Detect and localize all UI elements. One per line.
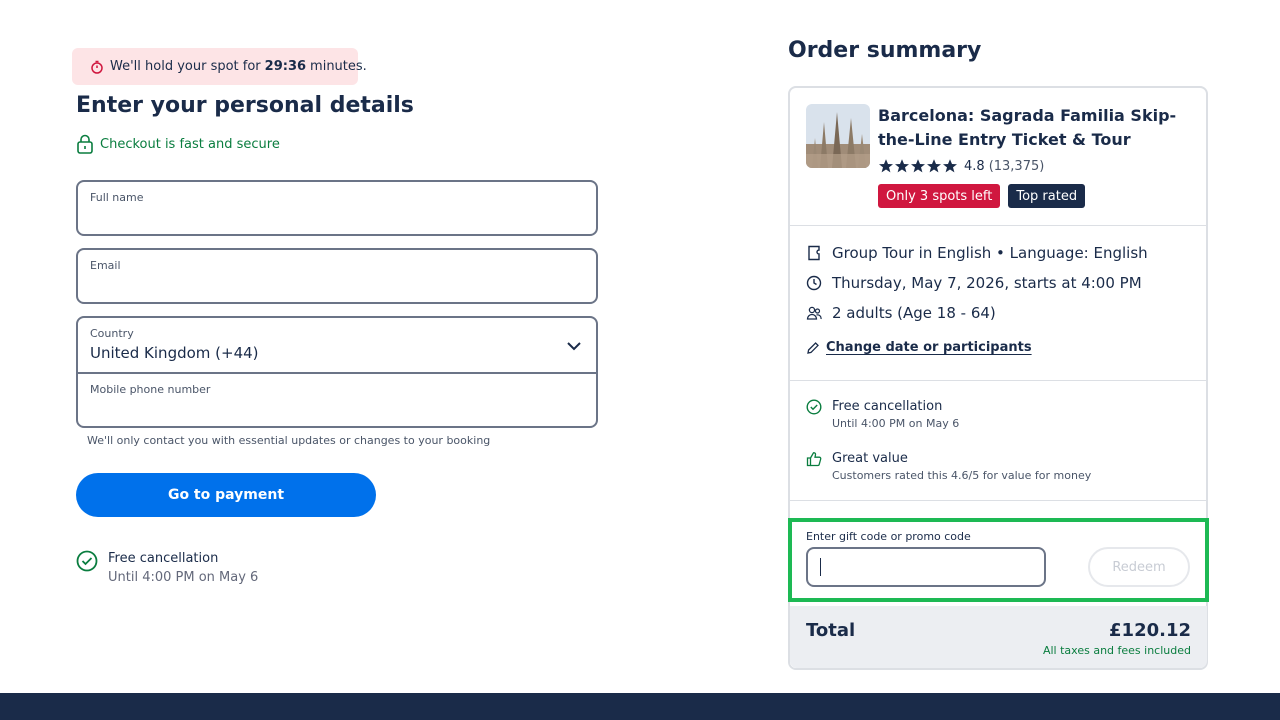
- thumbs-up-icon: [806, 451, 822, 467]
- divider: [790, 225, 1206, 226]
- rating-score: 4.8: [964, 158, 985, 174]
- pencil-icon: [806, 341, 820, 355]
- participants-detail: 2 adults (Age 18 - 64): [806, 302, 996, 324]
- chevron-down-icon[interactable]: [566, 338, 582, 352]
- order-summary-title: Order summary: [788, 38, 982, 63]
- free-cancellation-note: Free cancellation Until 4:00 PM on May 6: [76, 550, 258, 588]
- contact-helper-text: We'll only contact you with essential up…: [87, 434, 491, 447]
- country-select[interactable]: Country United Kingdom (+44): [76, 316, 598, 374]
- review-count: (13,375): [988, 158, 1045, 174]
- timer-prefix: We'll hold your spot for: [110, 59, 261, 74]
- tour-date-detail: Thursday, May 7, 2026, starts at 4:00 PM: [806, 272, 1142, 294]
- free-cancellation-title: Free cancellation: [108, 551, 219, 566]
- country-label: Country: [90, 327, 134, 340]
- product-badges: Only 3 spots left Top rated: [878, 184, 1093, 208]
- total-section: Total £120.12 All taxes and fees include…: [790, 606, 1207, 668]
- promo-code-input[interactable]: [806, 547, 1046, 587]
- free-cancellation-detail: Until 4:00 PM on May 6: [108, 570, 259, 585]
- footer-band: [0, 693, 1280, 720]
- change-date-link[interactable]: Change date or participants: [806, 340, 1032, 355]
- tour-option-text: Group Tour in English • Language: Englis…: [832, 244, 1148, 262]
- product-title[interactable]: Barcelona: Sagrada Familia Skip-the-Line…: [878, 104, 1198, 152]
- top-rated-badge: Top rated: [1008, 184, 1086, 208]
- clock-icon: [806, 275, 822, 291]
- timer-suffix: minutes.: [310, 59, 367, 74]
- secure-checkout-note: Checkout is fast and secure: [76, 134, 280, 154]
- product-rating: 4.8 (13,375): [878, 157, 1044, 175]
- perk-detail: Customers rated this 4.6/5 for value for…: [832, 469, 1092, 482]
- divider: [790, 500, 1206, 501]
- star-icon: [878, 158, 894, 174]
- perk-great-value: Great value Customers rated this 4.6/5 f…: [806, 450, 1091, 484]
- redeem-button[interactable]: Redeem: [1088, 547, 1190, 587]
- email-label: Email: [90, 259, 121, 272]
- perk-title: Great value: [832, 451, 908, 466]
- participants-text: 2 adults (Age 18 - 64): [832, 304, 996, 322]
- people-icon: [806, 305, 822, 321]
- timer-countdown: 29:36: [264, 59, 307, 74]
- total-label: Total: [806, 620, 856, 641]
- check-circle-icon: [806, 399, 822, 415]
- scarcity-badge: Only 3 spots left: [878, 184, 1001, 208]
- star-icon: [942, 158, 958, 174]
- perk-title: Free cancellation: [832, 399, 943, 414]
- mobile-phone-field[interactable]: Mobile phone number: [76, 372, 598, 428]
- full-name-label: Full name: [90, 191, 144, 204]
- hold-timer-banner: We'll hold your spot for 29:36 minutes.: [72, 48, 367, 85]
- check-circle-icon: [76, 550, 98, 572]
- star-icon: [926, 158, 942, 174]
- lock-icon: [76, 134, 94, 154]
- promo-code-label: Enter gift code or promo code: [806, 530, 971, 543]
- total-amount: £120.12: [1109, 620, 1191, 641]
- perk-free-cancellation: Free cancellation Until 4:00 PM on May 6: [806, 398, 959, 432]
- stopwatch-icon: [90, 60, 104, 74]
- star-icon: [910, 158, 926, 174]
- ticket-icon: [806, 245, 822, 261]
- promo-code-section: Enter gift code or promo code Redeem: [788, 518, 1209, 602]
- text-caret: [820, 558, 821, 576]
- tour-date-text: Thursday, May 7, 2026, starts at 4:00 PM: [832, 274, 1142, 292]
- product-thumbnail: [806, 104, 870, 168]
- page-title: Enter your personal details: [76, 93, 414, 118]
- divider: [790, 380, 1206, 381]
- mobile-phone-label: Mobile phone number: [90, 383, 211, 396]
- star-rating: [878, 158, 958, 174]
- tour-option-detail: Group Tour in English • Language: Englis…: [806, 242, 1148, 264]
- secure-text: Checkout is fast and secure: [100, 136, 280, 152]
- perk-detail: Until 4:00 PM on May 6: [832, 417, 960, 430]
- change-date-text[interactable]: Change date or participants: [826, 340, 1032, 355]
- full-name-field[interactable]: Full name: [76, 180, 598, 236]
- email-field[interactable]: Email: [76, 248, 598, 304]
- country-value[interactable]: United Kingdom (+44): [90, 344, 259, 362]
- taxes-note: All taxes and fees included: [1042, 644, 1191, 657]
- go-to-payment-button[interactable]: Go to payment: [76, 473, 376, 517]
- star-icon: [894, 158, 910, 174]
